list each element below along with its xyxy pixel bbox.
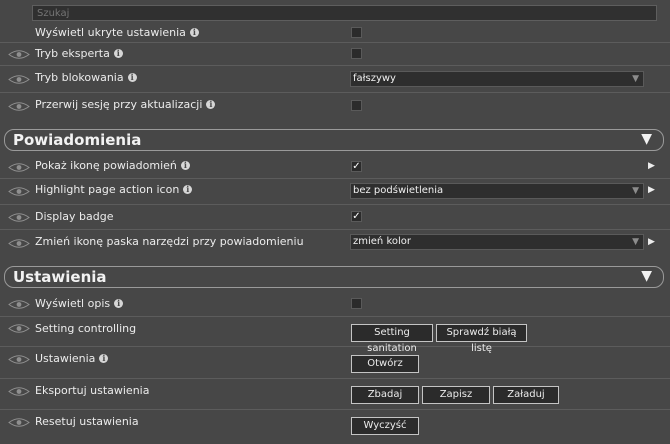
expert-mode-label: Tryb eksperta [35, 47, 110, 60]
eye-icon[interactable] [8, 162, 30, 173]
show-notification-icon-checkbox[interactable]: ✓ [351, 161, 362, 172]
setting-controlling-label: Setting controlling [35, 322, 137, 335]
eye-icon[interactable] [8, 238, 30, 249]
lock-mode-select[interactable]: fałszywy ▼ [350, 71, 644, 87]
info-icon[interactable]: i [180, 161, 190, 170]
collapse-triangle-icon[interactable]: ▼ [641, 268, 652, 284]
display-badge-label: Display badge [35, 210, 114, 223]
eye-icon[interactable] [8, 299, 30, 310]
info-icon[interactable]: i [113, 49, 123, 58]
setting-row-reset: Resetuj ustawienia Wyczyść [0, 410, 670, 440]
clear-button[interactable]: Wyczyść [351, 417, 419, 435]
save-button[interactable]: Zapisz [422, 386, 490, 404]
eye-icon[interactable] [8, 186, 30, 197]
info-icon[interactable]: i [206, 100, 216, 109]
setting-row-settings: Ustawienia i Otwórz [0, 347, 670, 379]
setting-row-display-badge: Display badge ✓ [0, 205, 670, 230]
info-icon[interactable]: i [114, 299, 124, 308]
eye-icon[interactable] [8, 323, 30, 334]
info-icon[interactable]: i [127, 73, 137, 82]
section-title: Ustawienia [13, 268, 107, 286]
setting-row-lock-mode: Tryb blokowania i fałszywy ▼ [0, 66, 670, 93]
show-description-checkbox[interactable] [351, 298, 362, 309]
show-hidden-checkbox[interactable] [351, 27, 362, 38]
setting-row-break-session: Przerwij sesję przy aktualizacji i [0, 93, 670, 119]
setting-row-highlight: Highlight page action icon i bez podświet… [0, 179, 670, 205]
chevron-down-icon: ▼ [632, 186, 639, 196]
display-badge-checkbox[interactable]: ✓ [351, 211, 362, 222]
section-title: Powiadomienia [13, 131, 142, 149]
toolbar-icon-select[interactable]: zmień kolor ▼ [350, 234, 644, 250]
load-button[interactable]: Załaduj [493, 386, 559, 404]
highlight-select[interactable]: bez podświetlenia ▼ [350, 183, 644, 199]
info-icon[interactable]: i [99, 354, 109, 363]
show-description-label: Wyświetl opis [35, 297, 111, 310]
inspect-button[interactable]: Zbadaj [351, 386, 419, 404]
search-input[interactable] [32, 5, 657, 21]
open-button[interactable]: Otwórz [351, 355, 419, 373]
setting-row-toolbar-icon: Zmień ikonę paska narzędzi przy powiadom… [0, 230, 670, 256]
eye-icon[interactable] [8, 386, 30, 397]
break-session-label: Przerwij sesję przy aktualizacji [35, 98, 203, 111]
setting-row-expert-mode: Tryb eksperta i [0, 43, 670, 66]
export-label: Eksportuj ustawienia [35, 384, 150, 397]
eye-icon[interactable] [8, 354, 30, 365]
section-header-notifications[interactable]: Powiadomienia ▼ [4, 129, 664, 151]
expand-arrow-icon[interactable]: ▶ [648, 161, 655, 171]
highlight-value: bez podświetlenia [353, 185, 444, 196]
chevron-down-icon: ▼ [632, 237, 639, 247]
setting-sanitation-button[interactable]: Setting sanitation [351, 324, 433, 354]
highlight-label: Highlight page action icon [35, 183, 180, 196]
setting-row-show-description: Wyświetl opis i [0, 292, 670, 317]
expand-arrow-icon[interactable]: ▶ [648, 185, 655, 195]
lock-mode-value: fałszywy [353, 73, 396, 84]
toolbar-icon-value: zmień kolor [353, 236, 411, 247]
eye-icon[interactable] [8, 417, 30, 428]
collapse-triangle-icon[interactable]: ▼ [641, 131, 652, 147]
eye-icon[interactable] [8, 49, 30, 60]
settings-label: Ustawienia [35, 352, 96, 365]
toolbar-icon-label: Zmień ikonę paska narzędzi przy powiadom… [35, 235, 304, 248]
setting-row-show-hidden: Wyświetl ukryte ustawienia i [0, 22, 670, 43]
break-session-checkbox[interactable] [351, 100, 362, 111]
info-icon[interactable]: i [189, 28, 199, 37]
eye-icon[interactable] [8, 212, 30, 223]
chevron-down-icon: ▼ [632, 74, 639, 84]
reset-label: Resetuj ustawienia [35, 415, 139, 428]
eye-icon[interactable] [8, 101, 30, 112]
show-notification-icon-label: Pokaż ikonę powiadomień [35, 159, 177, 172]
eye-icon[interactable] [8, 74, 30, 85]
check-whitelist-button[interactable]: Sprawdź białą listę [436, 324, 527, 354]
show-hidden-label: Wyświetl ukryte ustawienia [35, 26, 186, 39]
setting-row-setting-controlling: Setting controlling Setting sanitation S… [0, 317, 670, 354]
setting-row-export: Eksportuj ustawienia Zbadaj Zapisz Załad… [0, 379, 670, 410]
expert-mode-checkbox[interactable] [351, 48, 362, 59]
section-header-settings[interactable]: Ustawienia ▼ [4, 266, 664, 288]
lock-mode-label: Tryb blokowania [35, 71, 124, 84]
info-icon[interactable]: i [183, 185, 193, 194]
setting-row-show-notification-icon: Pokaż ikonę powiadomień i ✓ ▶ [0, 155, 670, 179]
expand-arrow-icon[interactable]: ▶ [648, 237, 655, 247]
